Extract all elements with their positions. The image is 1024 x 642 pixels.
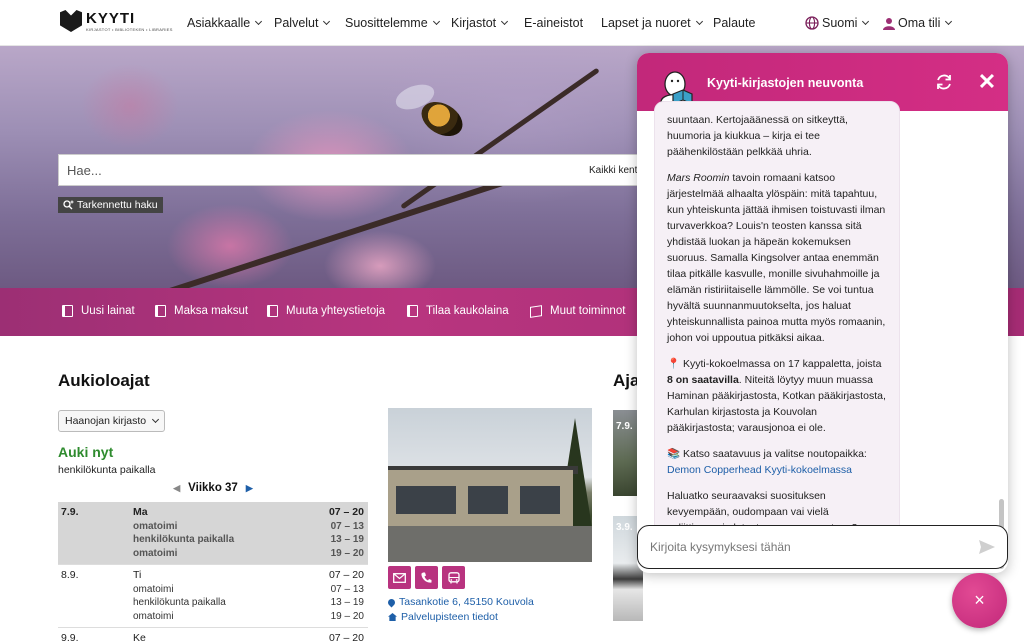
book-icon xyxy=(407,305,418,317)
quick-link-update-contact[interactable]: Muuta yhteystietoja xyxy=(267,305,385,317)
nav-item-asiakkaalle[interactable]: Asiakkaalle xyxy=(187,16,263,30)
chevron-down-icon xyxy=(695,17,703,26)
news-title: Aja xyxy=(613,371,640,390)
week-navigator: ◀ Viikko 37 ▶ xyxy=(58,482,368,494)
nav-item-kirjastot[interactable]: Kirjastot xyxy=(451,16,509,30)
reading-ghost-icon xyxy=(660,71,693,105)
nav-item-palaute[interactable]: Palaute xyxy=(713,16,755,30)
home-icon xyxy=(388,613,397,621)
kyyti-logo[interactable]: KYYTI KIRJASTOT • BIBLIOTEKEN • LIBRARIE… xyxy=(60,10,173,32)
nav-item-e-aineistot[interactable]: E-aineistot xyxy=(524,16,583,30)
chat-message-input[interactable] xyxy=(650,540,950,554)
service-point-info-link[interactable]: Palvelupisteen tiedot xyxy=(388,611,498,623)
language-selector[interactable]: Suomi xyxy=(805,16,870,30)
week-label: Viikko 37 xyxy=(188,482,238,494)
day-row: 9.9. Ke 07 – 20 xyxy=(61,632,364,642)
quick-link-renew-loans[interactable]: Uusi lainat xyxy=(62,305,135,317)
mail-icon[interactable] xyxy=(388,566,411,589)
news-date: 3.9. xyxy=(616,522,633,533)
chat-panel: Kyyti-kirjastojen neuvonta ✕ suuntaan. K… xyxy=(637,53,1008,573)
opening-hours-title: Aukioloajat xyxy=(58,371,150,390)
day-row: 7.9. Ma 07 – 20 omatoimi 07 – 13 henkilökun… xyxy=(58,502,368,565)
globe-icon xyxy=(805,16,819,30)
account-menu[interactable]: Oma tili xyxy=(883,16,953,30)
chevron-down-icon xyxy=(323,17,331,26)
advanced-search-button[interactable]: Tarkennettu haku xyxy=(58,197,163,213)
map-pin-icon xyxy=(386,597,397,607)
top-navigation: KYYTI KIRJASTOT • BIBLIOTEKEN • LIBRARIE… xyxy=(0,0,1024,46)
user-icon xyxy=(883,17,895,30)
bus-icon[interactable] xyxy=(442,566,465,589)
open-status-detail: henkilökunta paikalla xyxy=(58,464,156,476)
search-plus-icon xyxy=(63,200,74,210)
book-icon xyxy=(62,305,73,317)
open-status: Auki nyt xyxy=(58,444,114,460)
chevron-down-icon xyxy=(255,17,263,26)
search-input[interactable] xyxy=(59,162,559,178)
close-chat-button[interactable]: ✕ xyxy=(976,71,998,93)
chevron-down-icon xyxy=(432,17,440,26)
brand-tagline: KIRJASTOT • BIBLIOTEKEN • LIBRARIES xyxy=(86,26,173,32)
box-icon xyxy=(530,304,542,318)
chat-title: Kyyti-kirjastojen neuvonta xyxy=(707,76,864,90)
chevron-down-icon xyxy=(945,17,953,26)
chat-input-box xyxy=(637,525,1008,569)
contact-icons xyxy=(388,566,465,589)
quick-link-interlibrary-loan[interactable]: Tilaa kaukolaina xyxy=(407,305,509,317)
chevron-down-icon xyxy=(152,415,160,424)
nav-item-suosittelemme[interactable]: Suosittelemme xyxy=(345,16,440,30)
library-address[interactable]: Tasankotie 6, 45150 Kouvola xyxy=(386,596,534,608)
day-row: 8.9. Ti 07 – 20 omatoimi 07 – 13 henkilökun… xyxy=(58,565,368,628)
previous-week-button[interactable]: ◀ xyxy=(173,483,180,493)
chevron-down-icon xyxy=(501,17,509,26)
phone-icon[interactable] xyxy=(415,566,438,589)
search-bar: Kaikki kent xyxy=(58,154,648,186)
quick-link-pay-fees[interactable]: Maksa maksut xyxy=(155,305,248,317)
send-icon[interactable] xyxy=(978,538,996,556)
opening-hours-table: 7.9. Ma 07 – 20 omatoimi 07 – 13 henkilökun… xyxy=(58,502,368,642)
refresh-icon[interactable] xyxy=(934,72,954,92)
book-icon xyxy=(155,305,166,317)
library-photo xyxy=(388,408,592,562)
chat-toggle-button[interactable]: × xyxy=(952,573,1007,628)
assistant-message: suuntaan. Kertojaäänessä on sitkeyttä, h… xyxy=(654,101,900,560)
search-scope-select[interactable]: Kaikki kent xyxy=(589,165,637,176)
quick-link-other-actions[interactable]: Muut toiminnot xyxy=(530,304,625,318)
library-select[interactable]: Haanojan kirjasto xyxy=(58,410,166,432)
nav-item-palvelut[interactable]: Palvelut xyxy=(274,16,331,30)
brand-name: KYYTI xyxy=(86,9,136,27)
nav-item-lapset-ja-nuoret[interactable]: Lapset ja nuoret xyxy=(601,16,703,30)
news-date: 7.9. xyxy=(616,421,633,432)
collection-link[interactable]: Demon Copperhead Kyyti-kokoelmassa xyxy=(667,464,852,476)
book-icon xyxy=(267,305,278,317)
chevron-down-icon xyxy=(862,17,870,26)
kyyti-logo-icon xyxy=(60,10,82,32)
chat-messages: suuntaan. Kertojaäänessä on sitkeyttä, h… xyxy=(637,101,1008,569)
next-week-button[interactable]: ▶ xyxy=(246,483,253,493)
